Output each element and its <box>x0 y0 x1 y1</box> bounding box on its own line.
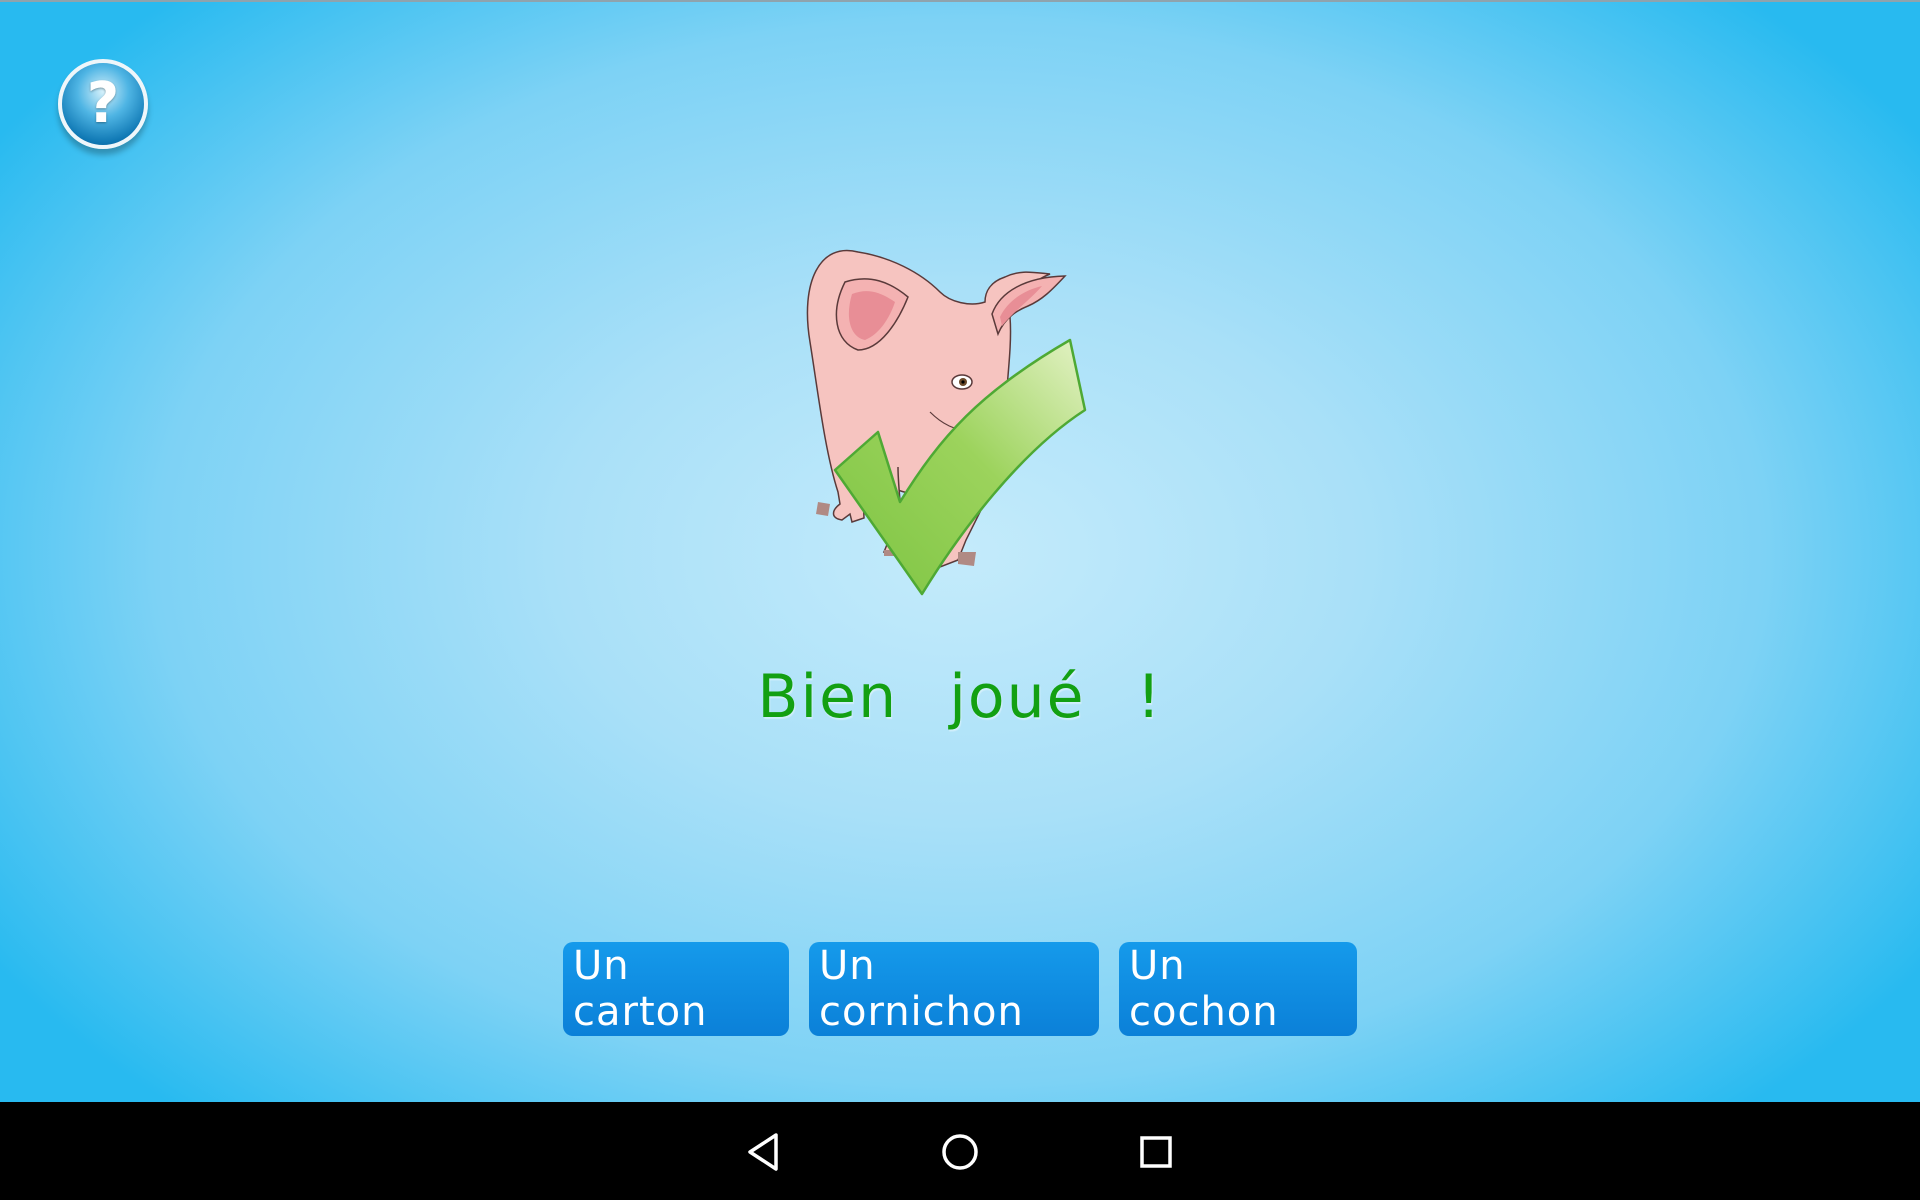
answer-button-cochon[interactable]: Un cochon <box>1119 942 1357 1036</box>
answer-choices: Un carton Un cornichon Un cochon <box>0 942 1920 1036</box>
answer-button-carton[interactable]: Un carton <box>563 942 789 1036</box>
question-mark-icon: ? <box>86 71 120 136</box>
device-screen: ? Bien joué ! Un carton Un cornichon Un … <box>0 0 1920 1200</box>
system-navigation-bar <box>0 1102 1920 1200</box>
quiz-screen: ? Bien joué ! Un carton Un cornichon Un … <box>0 0 1920 1102</box>
recents-square-icon <box>1140 1136 1172 1168</box>
quiz-illustration <box>806 249 1087 596</box>
home-circle-icon <box>942 1134 978 1170</box>
recents-button[interactable] <box>1128 1124 1184 1180</box>
help-button[interactable]: ? <box>58 59 148 149</box>
feedback-message: Bien joué ! <box>757 662 1163 732</box>
answer-button-cornichon[interactable]: Un cornichon <box>809 942 1099 1036</box>
back-triangle-icon <box>748 1133 778 1171</box>
home-button[interactable] <box>932 1124 988 1180</box>
back-button[interactable] <box>736 1124 792 1180</box>
